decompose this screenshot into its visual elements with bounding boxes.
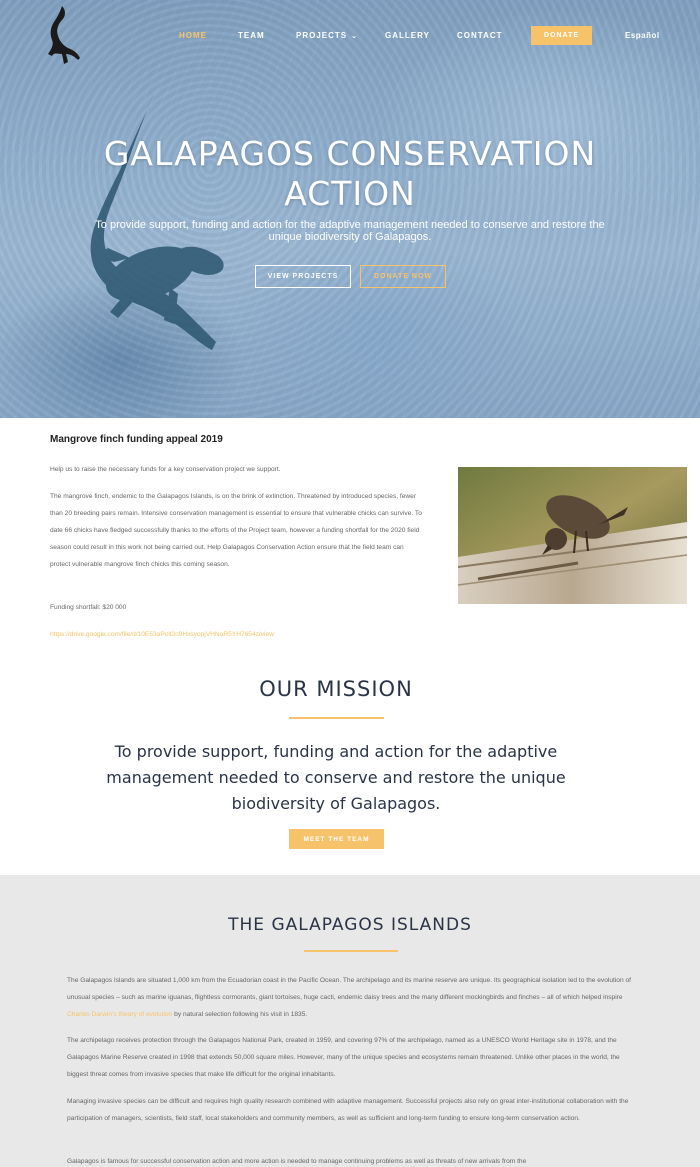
main-nav: HOME TEAM PROJECTS ⌄ GALLERY CONTACT Espa…	[0, 28, 700, 46]
nav-gallery[interactable]: GALLERY	[385, 31, 430, 40]
view-projects-button[interactable]: VIEW PROJECTS	[255, 265, 351, 288]
nav-team[interactable]: TEAM	[238, 31, 265, 40]
islands-heading: THE GALAPAGOS ISLANDS	[228, 915, 472, 935]
mission-statement: To provide support, funding and action f…	[106, 742, 566, 813]
nav-donate-button[interactable]: DONATE	[531, 26, 592, 45]
islands-divider	[304, 950, 398, 952]
hero-title-line2: ACTION	[284, 174, 416, 213]
chevron-down-icon: ⌄	[351, 33, 358, 40]
hero-title-line1: GALAPAGOS CONSERVATION	[103, 134, 597, 173]
islands-paragraph-3: Managing invasive species can be difficu…	[67, 1098, 629, 1122]
appeal-intro: Help us to raise the necessary funds for…	[50, 466, 281, 473]
islands-p1-end: by natural selection following his visit…	[172, 1011, 308, 1018]
nav-contact[interactable]: CONTACT	[457, 31, 503, 40]
islands-paragraph-4: Galapagos is famous for successful conse…	[67, 1158, 527, 1165]
islands-paragraph-1: The Galapagos Islands are situated 1,000…	[67, 972, 635, 1023]
mangrove-finch-photo	[458, 467, 687, 604]
hero-title: GALAPAGOS CONSERVATION ACTION	[0, 134, 700, 214]
meet-the-team-button[interactable]: MEET THE TEAM	[289, 829, 384, 849]
appeal-link[interactable]: https://drive.google.com/file/d/10E53aPo…	[50, 626, 430, 643]
hero-banner: HOME TEAM PROJECTS ⌄ GALLERY CONTACT Espa…	[0, 0, 700, 418]
nav-projects-label: PROJECTS	[296, 31, 348, 40]
donate-now-button[interactable]: DONATE NOW	[360, 265, 446, 288]
nav-home[interactable]: HOME	[179, 31, 207, 40]
mission-divider	[289, 717, 384, 719]
darwin-link[interactable]: Charles Darwin's theory of evolution	[67, 1011, 172, 1018]
mission-heading: OUR MISSION	[259, 677, 413, 701]
nav-projects[interactable]: PROJECTS ⌄	[296, 31, 358, 40]
hero-subtitle: To provide support, funding and action f…	[95, 219, 605, 243]
funding-shortfall: Funding shortfall: $20 000	[50, 604, 127, 611]
appeal-title: Mangrove finch funding appeal 2019	[50, 434, 223, 445]
islands-paragraph-2: The archipelago receives protection thro…	[67, 1037, 620, 1078]
islands-p1-text: The Galapagos Islands are situated 1,000…	[67, 977, 631, 1001]
language-switch[interactable]: Español	[625, 31, 660, 40]
appeal-body: The mangrove finch, endemic to the Galap…	[50, 493, 422, 568]
